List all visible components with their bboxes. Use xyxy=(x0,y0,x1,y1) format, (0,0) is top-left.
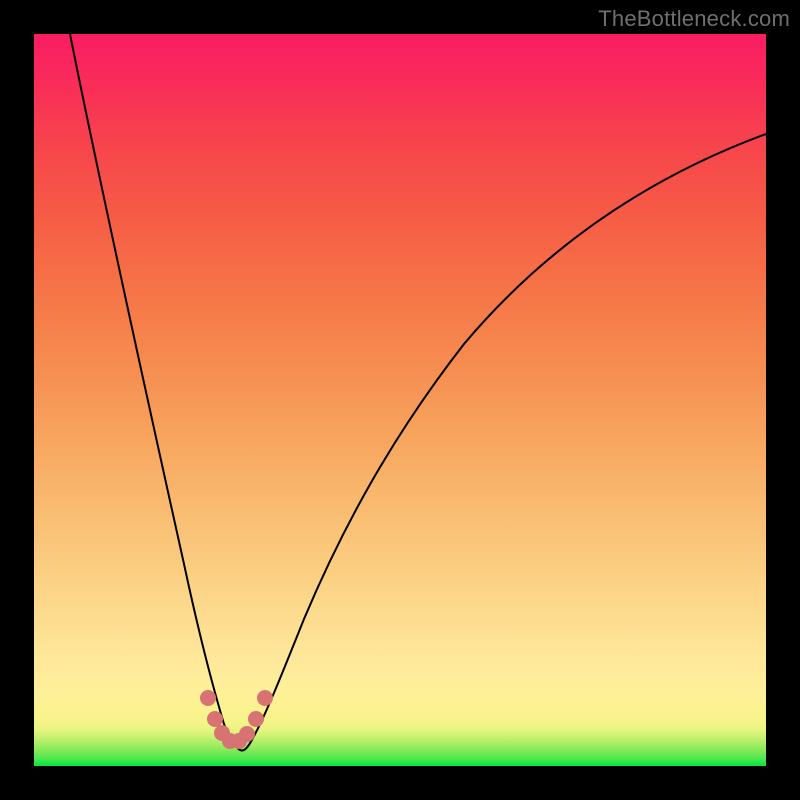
chart-frame: TheBottleneck.com xyxy=(0,0,800,800)
bottleneck-curve xyxy=(70,34,766,750)
marker-dot xyxy=(248,711,264,727)
marker-dot xyxy=(257,690,273,706)
watermark-text: TheBottleneck.com xyxy=(598,6,790,32)
marker-dot xyxy=(200,690,216,706)
marker-dot xyxy=(239,726,255,742)
curve-layer xyxy=(34,34,766,766)
marker-dot xyxy=(207,711,223,727)
plot-area xyxy=(34,34,766,766)
